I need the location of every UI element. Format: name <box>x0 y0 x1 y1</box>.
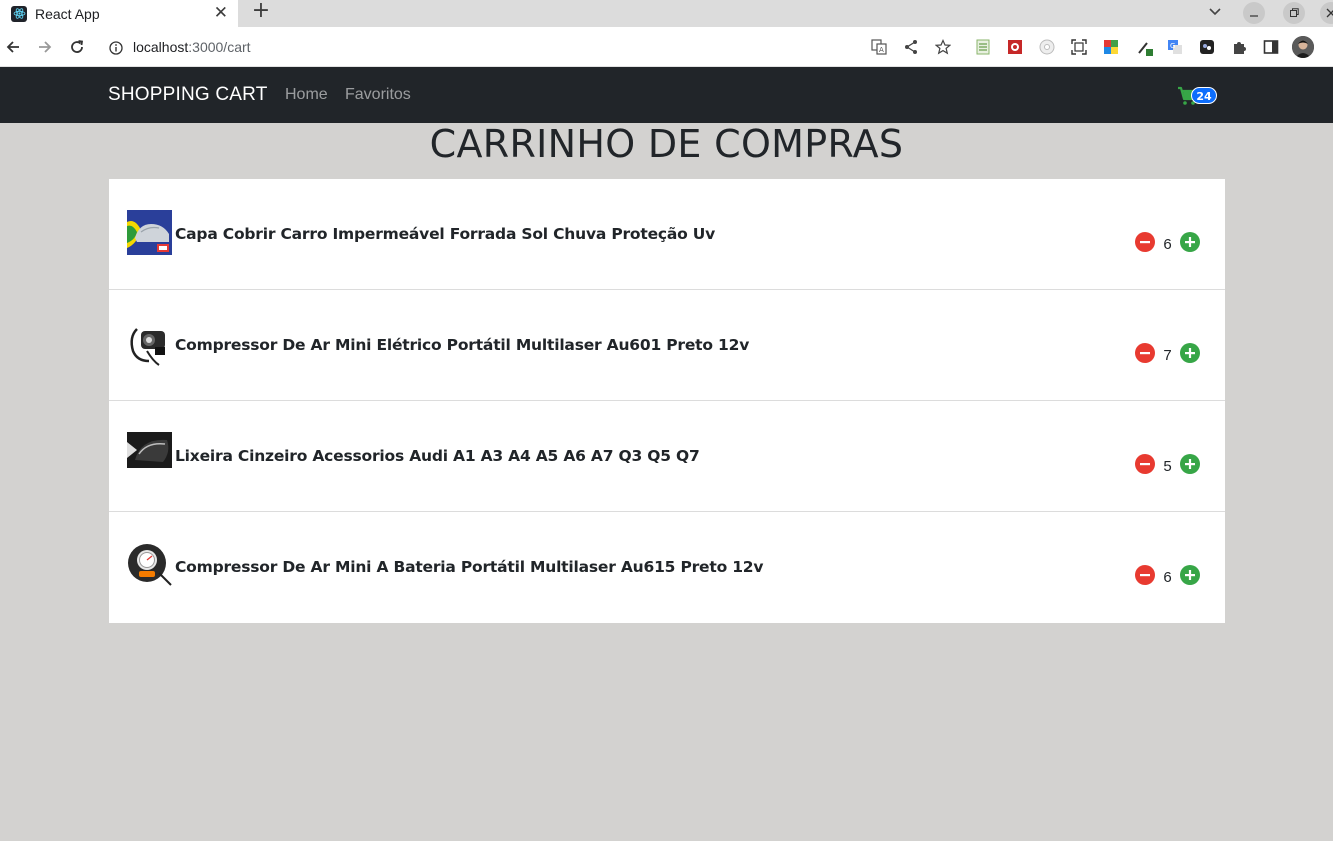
dark-extension-icon[interactable] <box>1198 38 1216 56</box>
quantity-stepper: 5 <box>1135 453 1200 475</box>
item-name[interactable]: Capa Cobrir Carro Impermeável Forrada So… <box>175 225 715 243</box>
address-bar[interactable]: localhost:3000/cart <box>100 32 960 62</box>
cart-button[interactable]: 24 <box>1177 84 1219 108</box>
reload-icon[interactable] <box>65 35 89 59</box>
red-extension-icon[interactable] <box>1006 38 1024 56</box>
item-name[interactable]: Lixeira Cinzeiro Acessorios Audi A1 A3 A… <box>175 447 700 465</box>
tab-close-icon[interactable]: ✕ <box>214 3 228 23</box>
item-name[interactable]: Compressor De Ar Mini A Bateria Portátil… <box>175 558 763 576</box>
cart-count-badge: 24 <box>1191 87 1217 104</box>
google-translate-extension-icon[interactable]: G <box>1166 38 1184 56</box>
tab-search-icon[interactable] <box>1207 3 1223 19</box>
page-title: CARRINHO DE COMPRAS <box>429 122 904 166</box>
item-quantity: 7 <box>1163 346 1172 364</box>
decrease-quantity-button[interactable] <box>1135 232 1155 252</box>
url-path: :3000/cart <box>188 39 251 55</box>
nav-link-home[interactable]: Home <box>285 86 328 104</box>
increase-quantity-button[interactable] <box>1180 343 1200 363</box>
cart-item: Compressor De Ar Mini Elétrico Portátil … <box>109 290 1225 401</box>
navbar-brand[interactable]: SHOPPING CART <box>108 84 268 106</box>
item-quantity: 5 <box>1163 457 1172 475</box>
url-text: localhost:3000/cart <box>133 39 251 55</box>
tab-title: React App <box>35 5 100 22</box>
extensions-puzzle-icon[interactable] <box>1230 38 1248 56</box>
url-host: localhost <box>133 39 189 55</box>
item-name[interactable]: Compressor De Ar Mini Elétrico Portátil … <box>175 336 749 354</box>
disc-extension-icon[interactable] <box>1038 38 1056 56</box>
decrease-quantity-button[interactable] <box>1135 454 1155 474</box>
decrease-quantity-button[interactable] <box>1135 343 1155 363</box>
quantity-stepper: 6 <box>1135 231 1200 253</box>
increase-quantity-button[interactable] <box>1180 565 1200 585</box>
restore-icon[interactable] <box>1283 2 1305 24</box>
trash-bin-image <box>127 432 172 477</box>
quantity-stepper: 7 <box>1135 342 1200 364</box>
back-icon[interactable] <box>1 35 25 59</box>
svg-text:A: A <box>879 46 884 54</box>
decrease-quantity-button[interactable] <box>1135 565 1155 585</box>
bookmark-star-icon[interactable] <box>934 38 952 56</box>
battery-compressor-image <box>127 543 172 588</box>
screenshot-extension-icon[interactable] <box>1070 38 1088 56</box>
item-quantity: 6 <box>1163 235 1172 253</box>
app-navbar: SHOPPING CART Home Favoritos 24 <box>0 67 1333 123</box>
svg-text:G: G <box>1170 42 1175 50</box>
forward-icon[interactable] <box>33 35 57 59</box>
eyedropper-extension-icon[interactable] <box>1136 38 1154 56</box>
cart-list: Capa Cobrir Carro Impermeável Forrada So… <box>109 179 1225 623</box>
translate-icon[interactable]: A <box>870 38 888 56</box>
browser-tabstrip: React App ✕ + <box>0 0 1333 27</box>
color-picker-extension-icon[interactable] <box>1102 38 1120 56</box>
cart-item: Compressor De Ar Mini A Bateria Portátil… <box>109 512 1225 623</box>
car-cover-image <box>127 210 172 255</box>
cart-item: Capa Cobrir Carro Impermeável Forrada So… <box>109 179 1225 290</box>
quantity-stepper: 6 <box>1135 564 1200 586</box>
cart-item: Lixeira Cinzeiro Acessorios Audi A1 A3 A… <box>109 401 1225 512</box>
browser-tab[interactable]: React App ✕ <box>0 0 238 27</box>
new-tab-button[interactable]: + <box>251 0 271 24</box>
minimize-icon[interactable] <box>1243 2 1265 24</box>
air-compressor-image <box>127 321 172 366</box>
site-info-icon[interactable] <box>109 40 123 55</box>
increase-quantity-button[interactable] <box>1180 232 1200 252</box>
nav-link-favoritos[interactable]: Favoritos <box>345 86 411 104</box>
profile-avatar[interactable] <box>1292 36 1314 58</box>
sheets-extension-icon[interactable] <box>974 38 992 56</box>
share-icon[interactable] <box>902 38 920 56</box>
browser-toolbar: localhost:3000/cart A G <box>0 27 1333 67</box>
increase-quantity-button[interactable] <box>1180 454 1200 474</box>
item-quantity: 6 <box>1163 568 1172 586</box>
react-logo-icon <box>11 5 27 22</box>
side-panel-icon[interactable] <box>1262 38 1280 56</box>
close-window-icon[interactable] <box>1320 2 1333 24</box>
